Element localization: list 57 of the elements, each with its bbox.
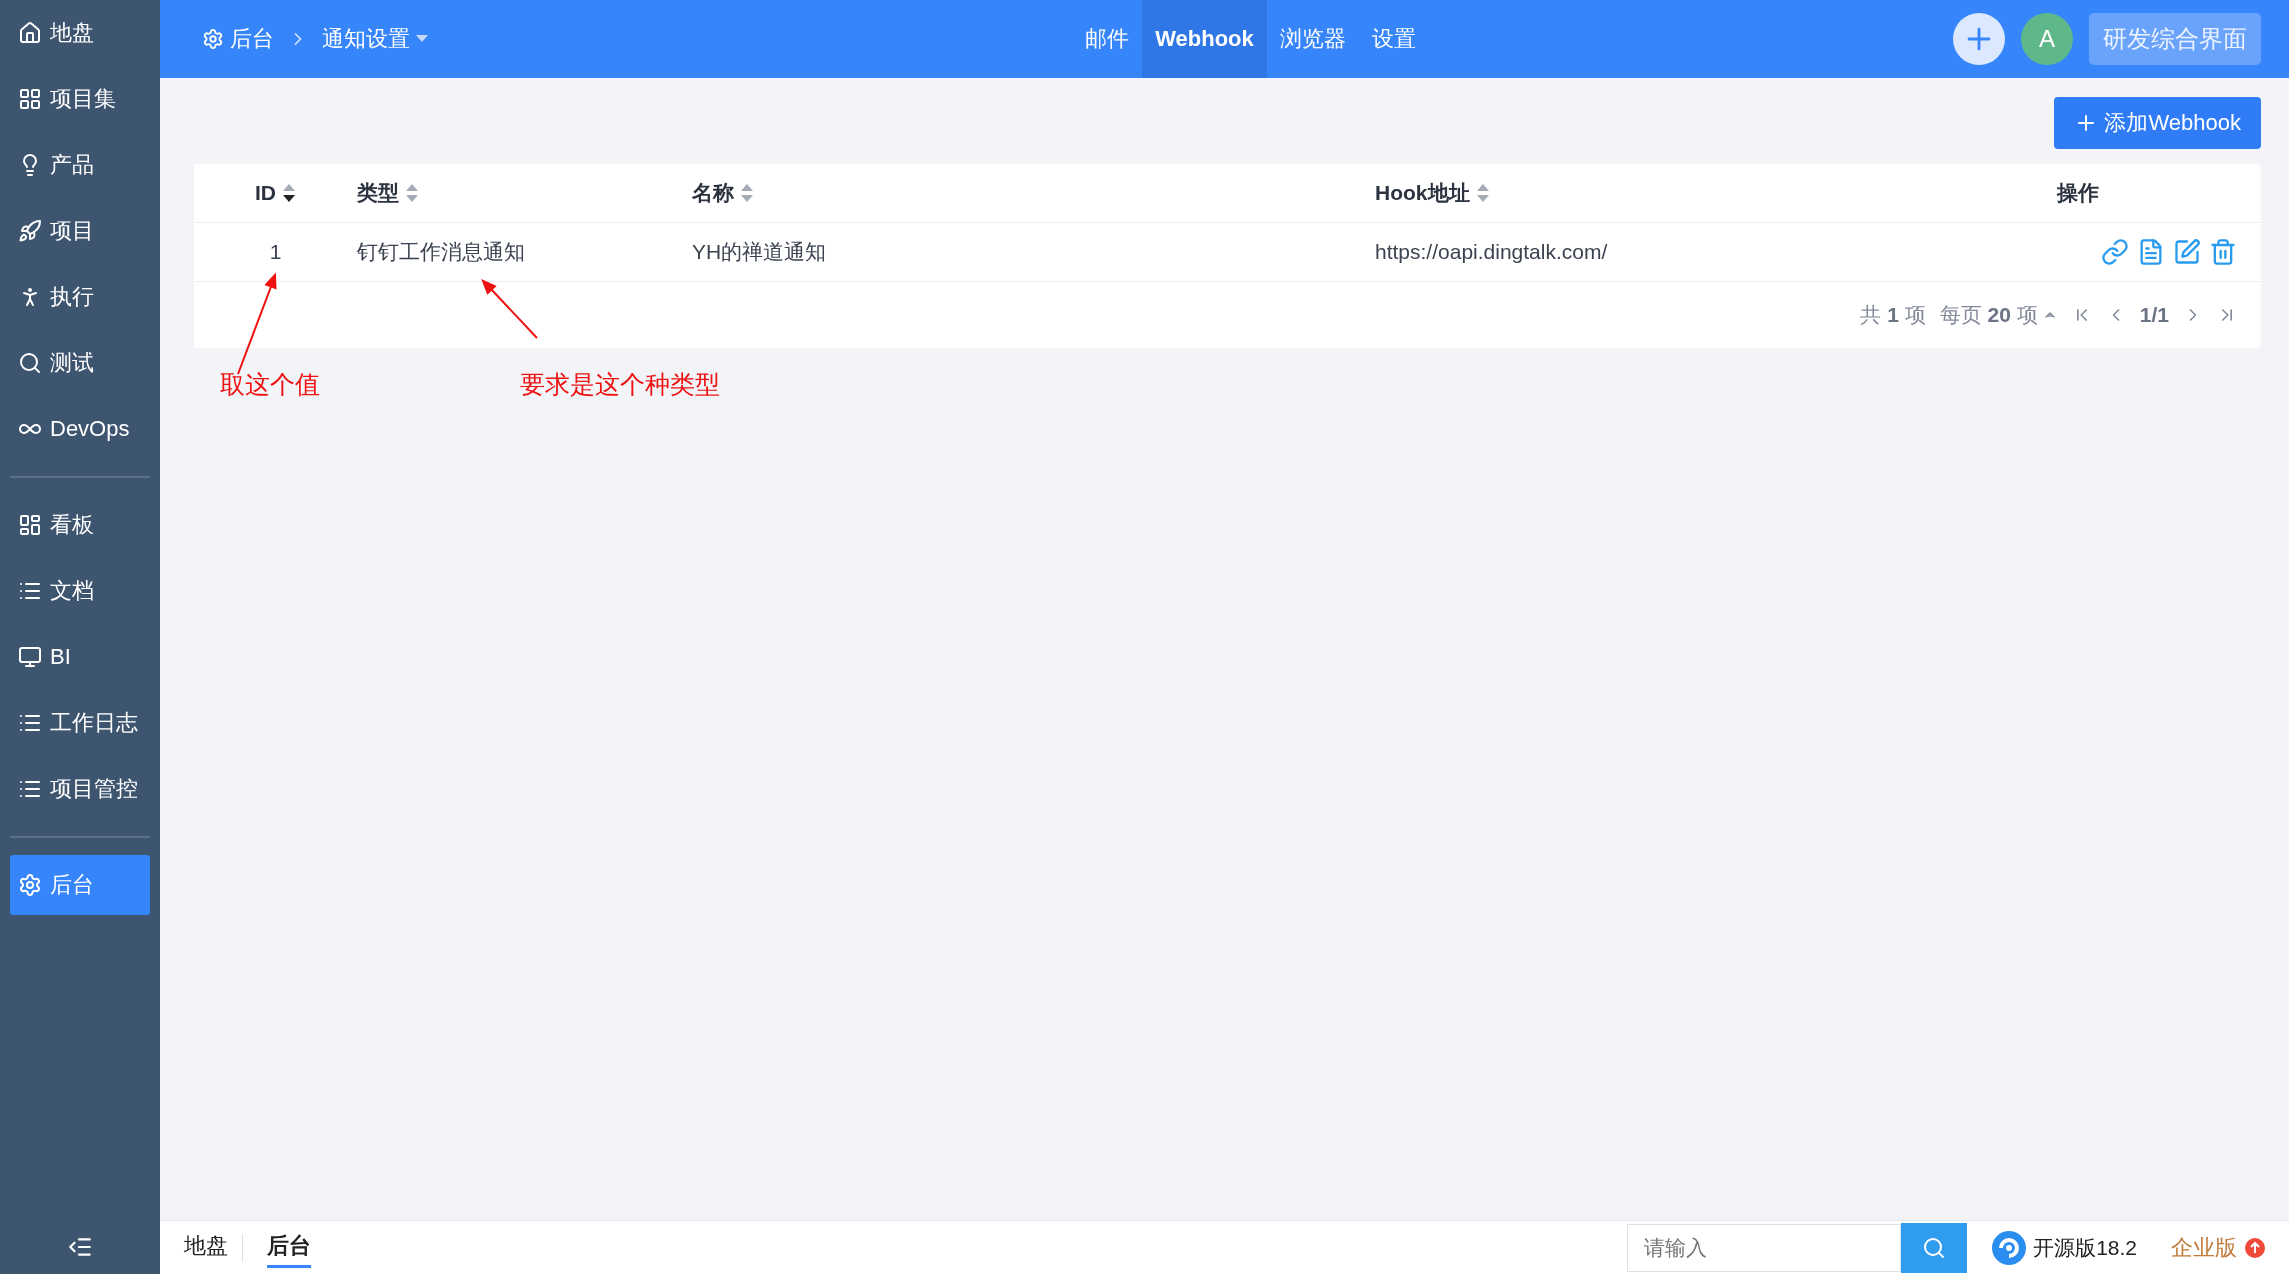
search-field[interactable]: 请输入: [1627, 1223, 1902, 1272]
sidebar-item[interactable]: 执行: [10, 267, 150, 327]
sort-icon[interactable]: [282, 183, 296, 203]
home-icon: [18, 21, 42, 45]
version-label: 开源版18.2: [2033, 1234, 2137, 1261]
sidebar-item[interactable]: 项目管控: [10, 759, 150, 819]
column-title: 类型: [357, 180, 399, 206]
sidebar-item[interactable]: BI: [10, 627, 150, 687]
monitor-icon: [18, 645, 42, 669]
page-size[interactable]: 每页 20 项: [1939, 301, 2038, 329]
annotation-text: 取这个值: [220, 370, 320, 400]
nav-tab[interactable]: 设置: [1358, 0, 1429, 78]
upgrade-icon[interactable]: [2245, 1237, 2265, 1258]
search-icon: [1922, 1235, 1947, 1260]
logo-icon: [1991, 1229, 2028, 1266]
grid-icon: [18, 87, 42, 111]
sidebar-item[interactable]: 工作日志: [10, 693, 150, 753]
column-title: Hook地址: [1375, 180, 1470, 206]
table-cell-text: 1: [268, 240, 283, 264]
enterprise-link[interactable]: 企业版: [2171, 1232, 2237, 1263]
annotation-text: 要求是这个种类型: [520, 370, 720, 400]
breadcrumb-link[interactable]: 后台: [230, 24, 274, 54]
board-icon: [18, 513, 42, 537]
table-cell-text: 钉钉工作消息通知: [356, 239, 526, 265]
total-count: 共 1 项: [1860, 302, 1926, 328]
link-icon[interactable]: [2101, 238, 2129, 266]
sidebar-item[interactable]: 后台: [10, 855, 150, 915]
footer-tab[interactable]: 后台: [267, 1227, 311, 1268]
nav-tab[interactable]: Webhook: [1142, 0, 1267, 78]
sidebar-item[interactable]: 产品: [10, 135, 150, 195]
search-button[interactable]: [1901, 1222, 1968, 1273]
page-indicator: 1/1: [2139, 303, 2169, 327]
sidebar-item[interactable]: 看板: [10, 495, 150, 555]
edit-icon[interactable]: [2173, 238, 2201, 266]
nav-tab[interactable]: 邮件: [1072, 0, 1143, 78]
nav-tab[interactable]: 浏览器: [1266, 0, 1359, 78]
sidebar-item[interactable]: 测试: [10, 333, 150, 393]
column-title: 操作: [2057, 180, 2099, 206]
column-title: 名称: [692, 180, 734, 206]
settings-icon: [18, 873, 42, 897]
sidebar-item[interactable]: 项目: [10, 201, 150, 261]
rocket-icon: [18, 219, 42, 243]
breadcrumb-link[interactable]: 通知设置: [322, 24, 428, 54]
table-cell-text: YH的禅道通知: [691, 239, 828, 265]
search-icon: [18, 351, 42, 375]
add-button[interactable]: [1953, 13, 2005, 65]
sidebar-item[interactable]: 文档: [10, 561, 150, 621]
footer-tab[interactable]: 地盘: [184, 1227, 228, 1268]
delete-icon[interactable]: [2209, 238, 2237, 266]
table-cell-text: https://oapi.dingtalk.com/: [1374, 240, 1609, 264]
add-webhook-button[interactable]: 添加Webhook: [2054, 97, 2261, 149]
sidebar-item[interactable]: DevOps: [10, 399, 150, 459]
column-title: ID: [255, 181, 276, 205]
caret-icon: [416, 35, 428, 43]
settings-icon: [202, 28, 224, 50]
sidebar-item[interactable]: 地盘: [10, 3, 150, 63]
sidebar-item[interactable]: 项目集: [10, 69, 150, 129]
